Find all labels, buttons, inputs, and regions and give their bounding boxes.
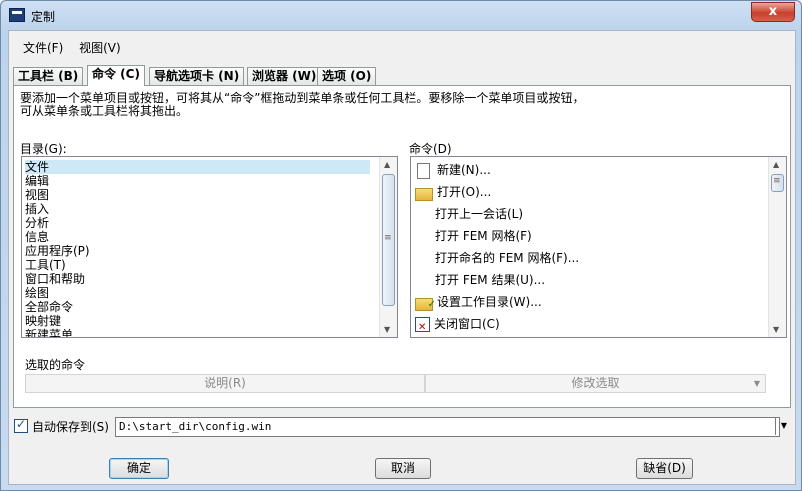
open-folder-icon [415, 188, 433, 201]
command-item[interactable]: 关闭窗口(C) [415, 314, 500, 337]
close-window-icon [415, 317, 430, 337]
catalog-item[interactable]: 全部命令 [25, 300, 73, 314]
autosave-label: 自动保存到(S) [32, 420, 109, 434]
customize-dialog: 定制 x 文件(F) 视图(V) 工具栏 (B) 命令 (C) 导航选项卡 (N… [0, 0, 802, 491]
dialog-body: 文件(F) 视图(V) 工具栏 (B) 命令 (C) 导航选项卡 (N) 浏览器… [8, 30, 796, 485]
catalog-label: 目录(G): [20, 142, 67, 156]
autosave-path-field[interactable]: D:\start_dir\config.win [115, 417, 780, 437]
catalog-item[interactable]: 绘图 [25, 286, 49, 300]
catalog-scrollbar[interactable]: ▲ ▼ [379, 157, 397, 337]
commands-label: 命令(D) [409, 142, 452, 156]
command-label: 关闭窗口(C) [434, 317, 500, 331]
describe-button[interactable]: 说明(R) [25, 374, 425, 393]
modify-selection-dropdown[interactable]: 修改选取 ▼ [425, 374, 766, 393]
cancel-button[interactable]: 取消 [375, 458, 431, 479]
window-title: 定制 [31, 10, 56, 24]
chevron-down-icon[interactable]: ▼ [775, 417, 792, 435]
close-button[interactable]: x [751, 2, 795, 22]
catalog-item[interactable]: 映射键 [25, 314, 61, 328]
title-bar: 定制 x [1, 1, 801, 29]
command-item[interactable]: 打开 FEM 网格(F) [415, 226, 532, 246]
command-label: 设置工作目录(W)... [437, 295, 542, 309]
scroll-down-icon[interactable]: ▼ [384, 325, 390, 334]
menu-bar: 文件(F) 视图(V) [17, 37, 127, 57]
scroll-thumb[interactable] [382, 174, 395, 306]
menu-file[interactable]: 文件(F) [17, 37, 69, 58]
catalog-item[interactable]: 信息 [25, 230, 49, 244]
command-label: 打开 FEM 结果(U)... [435, 273, 546, 287]
command-item[interactable]: 设置工作目录(W)... [415, 292, 542, 315]
catalog-item[interactable]: 新建菜单 [25, 328, 73, 337]
tab-browser[interactable]: 浏览器 (W) [247, 67, 322, 85]
app-icon [9, 8, 25, 22]
catalog-item[interactable]: 视图 [25, 188, 49, 202]
command-item[interactable]: 打开(O)... [415, 182, 491, 202]
working-directory-icon [415, 295, 436, 315]
catalog-item[interactable]: 应用程序(P) [25, 244, 90, 258]
new-document-icon [417, 162, 430, 179]
command-label: 打开命名的 FEM 网格(F)... [435, 251, 580, 265]
command-item[interactable]: 打开上一会话(L) [415, 204, 523, 224]
command-item[interactable]: 新建(N)... [415, 160, 491, 180]
tab-navigator[interactable]: 导航选项卡 (N) [149, 67, 245, 85]
tab-options[interactable]: 选项 (O) [317, 67, 377, 85]
default-button[interactable]: 缺省(D) [636, 458, 693, 479]
commands-list[interactable]: 新建(N)... 打开(O)... 打开上一会话(L) 打开 FEM 网格(F)… [410, 156, 787, 338]
command-label: 打开(O)... [437, 185, 492, 199]
instructions-text: 要添加一个菜单项目或按钮，可将其从“命令”框拖动到菜单条或任何工具栏。要移除一个… [20, 92, 720, 118]
scroll-up-icon[interactable]: ▲ [773, 160, 779, 169]
command-item[interactable]: 打开 FEM 结果(U)... [415, 270, 545, 290]
commands-scrollbar[interactable]: ▲ ▼ [768, 157, 786, 337]
catalog-item[interactable]: 窗口和帮助 [25, 272, 85, 286]
command-label: 新建(N)... [437, 163, 491, 177]
command-label: 打开上一会话(L) [435, 207, 524, 221]
instructions-line-2: 可从菜单条或工具栏将其拖出。 [20, 104, 189, 118]
catalog-item[interactable]: 插入 [25, 202, 49, 216]
ok-button[interactable]: 确定 [109, 458, 169, 479]
catalog-item[interactable]: 编辑 [25, 174, 49, 188]
catalog-list[interactable]: 文件 编辑 视图 插入 分析 信息 应用程序(P) 工具(T) 窗口和帮助 绘图… [21, 156, 398, 338]
modify-selection-label: 修改选取 [571, 376, 620, 390]
autosave-checkbox[interactable] [14, 417, 28, 433]
chevron-down-icon: ▼ [753, 379, 760, 388]
scroll-thumb[interactable] [771, 174, 784, 192]
scroll-up-icon[interactable]: ▲ [384, 160, 390, 169]
tab-commands[interactable]: 命令 (C) [87, 65, 145, 86]
tab-toolbars[interactable]: 工具栏 (B) [13, 67, 84, 85]
commands-panel: 要添加一个菜单项目或按钮，可将其从“命令”框拖动到菜单条或任何工具栏。要移除一个… [13, 85, 791, 408]
catalog-item[interactable]: 分析 [25, 216, 49, 230]
selected-command-label: 选取的命令 [25, 358, 86, 372]
catalog-item[interactable]: 文件 [25, 160, 370, 174]
catalog-item[interactable]: 工具(T) [25, 258, 66, 272]
scroll-down-icon[interactable]: ▼ [773, 325, 779, 334]
menu-view[interactable]: 视图(V) [73, 37, 127, 58]
command-item[interactable]: 打开命名的 FEM 网格(F)... [415, 248, 579, 268]
command-label: 打开 FEM 网格(F) [435, 229, 532, 243]
